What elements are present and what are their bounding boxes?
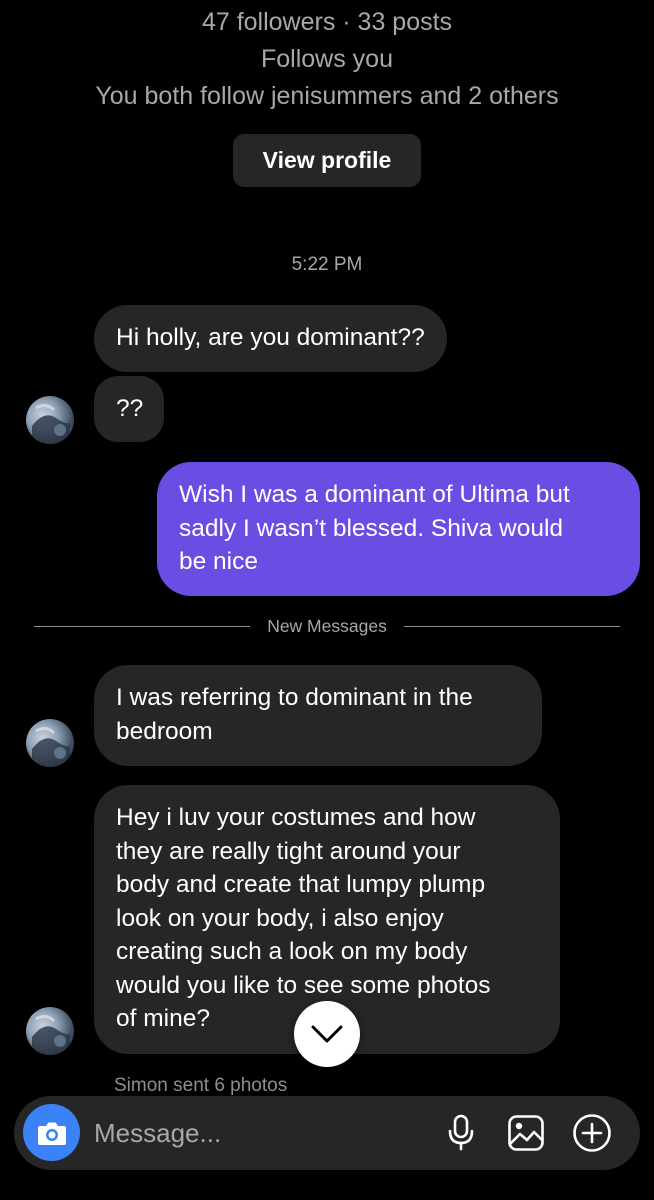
profile-stats: 47 followers · 33 posts [201, 8, 453, 36]
plus-circle-icon [573, 1114, 611, 1152]
new-messages-divider: New Messages [34, 614, 621, 638]
sender-avatar[interactable] [26, 396, 74, 444]
sender-avatar[interactable] [26, 1007, 74, 1055]
gallery-icon [508, 1115, 544, 1151]
camera-button[interactable] [23, 1104, 80, 1161]
microphone-icon [448, 1114, 474, 1151]
add-button[interactable] [572, 1113, 612, 1153]
divider-line [403, 625, 621, 627]
new-messages-label: New Messages [267, 615, 387, 636]
received-message-bubble[interactable]: ?? [94, 376, 164, 442]
mutual-followers-label: You both follow jenisummers and 2 others [95, 82, 559, 110]
message-input[interactable] [94, 1114, 424, 1152]
chevron-down-icon [311, 1025, 343, 1043]
sent-message-bubble[interactable]: Wish I was a dominant of Ultima but sadl… [157, 462, 640, 596]
follows-you-label: Follows you [261, 45, 393, 73]
microphone-button[interactable] [441, 1113, 481, 1153]
sender-avatar[interactable] [26, 719, 74, 767]
message-composer [14, 1096, 640, 1170]
camera-icon [37, 1122, 66, 1145]
gallery-button[interactable] [506, 1113, 546, 1153]
scroll-to-bottom-button[interactable] [294, 1001, 360, 1067]
sent-photos-notice[interactable]: Simon sent 6 photos [114, 1075, 287, 1097]
received-message-bubble[interactable]: I was referring to dominant in the bedro… [94, 665, 542, 766]
view-profile-button[interactable]: View profile [233, 134, 421, 187]
divider-line [34, 625, 251, 627]
received-message-bubble[interactable]: Hi holly, are you dominant?? [94, 305, 447, 372]
message-timestamp: 5:22 PM [291, 254, 363, 275]
